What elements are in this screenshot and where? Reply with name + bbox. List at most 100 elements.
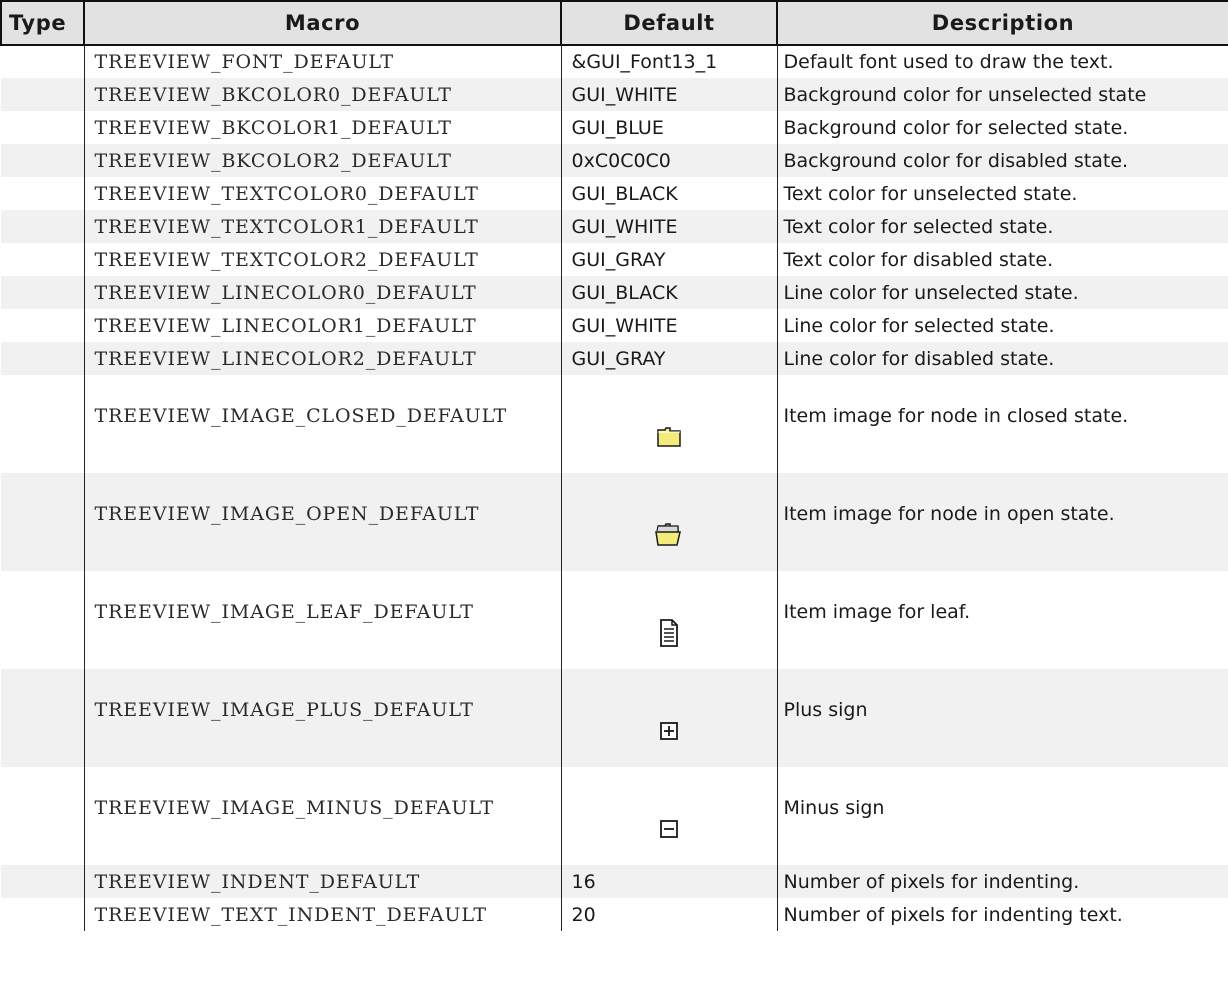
description-cell: Minus sign [776, 767, 1228, 865]
description-text: Minus sign [783, 797, 885, 819]
macro-cell: TREEVIEW_BKCOLOR0_DEFAULT [83, 78, 562, 111]
type-cell [1, 144, 85, 177]
table-row: TREEVIEW_BKCOLOR0_DEFAULT GUI_WHITE Back… [1, 78, 1228, 111]
default-cell [560, 669, 778, 767]
macro-cell: TREEVIEW_IMAGE_CLOSED_DEFAULT [83, 375, 562, 473]
default-cell: 20 [560, 898, 778, 931]
default-cell [560, 375, 778, 473]
description-cell: Line color for disabled state. [776, 342, 1228, 375]
type-cell [1, 898, 85, 931]
macro-cell: TREEVIEW_IMAGE_MINUS_DEFAULT [83, 767, 562, 865]
default-cell: GUI_GRAY [560, 342, 778, 375]
table-row: TREEVIEW_FONT_DEFAULT &GUI_Font13_1 Defa… [1, 45, 1228, 78]
macro-cell: TREEVIEW_INDENT_DEFAULT [83, 865, 562, 898]
type-cell [1, 865, 85, 898]
macro-cell: TREEVIEW_TEXTCOLOR1_DEFAULT [83, 210, 562, 243]
description-text: Plus sign [783, 699, 868, 721]
default-cell: 16 [560, 865, 778, 898]
default-cell: GUI_GRAY [560, 243, 778, 276]
description-cell: Item image for node in open state. [776, 473, 1228, 571]
header-default: Default [560, 0, 778, 46]
table-row: TREEVIEW_LINECOLOR2_DEFAULT GUI_GRAY Lin… [1, 342, 1228, 375]
table-row: TREEVIEW_BKCOLOR1_DEFAULT GUI_BLUE Backg… [1, 111, 1228, 144]
table-row: TREEVIEW_LINECOLOR1_DEFAULT GUI_WHITE Li… [1, 309, 1228, 342]
type-cell [1, 177, 85, 210]
description-cell: Background color for disabled state. [776, 144, 1228, 177]
table-row: TREEVIEW_INDENT_DEFAULT 16 Number of pix… [1, 865, 1228, 898]
default-cell [560, 767, 778, 865]
type-cell [1, 78, 85, 111]
type-cell [1, 243, 85, 276]
description-cell: Line color for unselected state. [776, 276, 1228, 309]
description-text: Item image for node in closed state. [783, 405, 1129, 427]
macro-cell: TREEVIEW_IMAGE_OPEN_DEFAULT [83, 473, 562, 571]
description-cell: Text color for selected state. [776, 210, 1228, 243]
table-row: TREEVIEW_LINECOLOR0_DEFAULT GUI_BLACK Li… [1, 276, 1228, 309]
macro-text: TREEVIEW_IMAGE_OPEN_DEFAULT [94, 503, 480, 525]
macro-cell: TREEVIEW_IMAGE_LEAF_DEFAULT [83, 571, 562, 669]
type-cell [1, 210, 85, 243]
description-cell: Number of pixels for indenting text. [776, 898, 1228, 931]
description-cell: Default font used to draw the text. [776, 45, 1228, 78]
header-macro: Macro [83, 0, 562, 46]
description-text: Item image for node in open state. [783, 503, 1115, 525]
description-cell: Text color for disabled state. [776, 243, 1228, 276]
table-row: TREEVIEW_BKCOLOR2_DEFAULT 0xC0C0C0 Backg… [1, 144, 1228, 177]
header-type: Type [0, 0, 85, 46]
default-cell: GUI_WHITE [560, 78, 778, 111]
description-cell: Item image for leaf. [776, 571, 1228, 669]
table-row: TREEVIEW_TEXTCOLOR1_DEFAULT GUI_WHITE Te… [1, 210, 1228, 243]
macro-cell: TREEVIEW_TEXTCOLOR0_DEFAULT [83, 177, 562, 210]
macro-text: TREEVIEW_IMAGE_CLOSED_DEFAULT [94, 405, 508, 427]
type-cell [1, 111, 85, 144]
default-cell: &GUI_Font13_1 [560, 45, 778, 78]
default-cell: GUI_BLACK [560, 177, 778, 210]
type-cell [1, 45, 85, 78]
default-cell: GUI_BLUE [560, 111, 778, 144]
table-row: TREEVIEW_TEXT_INDENT_DEFAULT 20 Number o… [1, 898, 1228, 931]
macro-cell: TREEVIEW_IMAGE_PLUS_DEFAULT [83, 669, 562, 767]
header-description: Description [776, 0, 1228, 46]
macro-text: TREEVIEW_IMAGE_LEAF_DEFAULT [94, 601, 474, 623]
description-cell: Number of pixels for indenting. [776, 865, 1228, 898]
macro-cell: TREEVIEW_LINECOLOR1_DEFAULT [83, 309, 562, 342]
macro-text: TREEVIEW_IMAGE_MINUS_DEFAULT [94, 797, 494, 819]
macro-text: TREEVIEW_IMAGE_PLUS_DEFAULT [94, 699, 474, 721]
minus-box-icon [660, 819, 678, 843]
default-cell [560, 473, 778, 571]
table-row: TREEVIEW_IMAGE_OPEN_DEFAULT Item image f… [1, 473, 1228, 571]
macro-cell: TREEVIEW_FONT_DEFAULT [83, 45, 562, 78]
table-row: TREEVIEW_IMAGE_LEAF_DEFAULT Item image f… [1, 571, 1228, 669]
macro-cell: TREEVIEW_TEXT_INDENT_DEFAULT [83, 898, 562, 931]
description-cell: Item image for node in closed state. [776, 375, 1228, 473]
default-cell: 0xC0C0C0 [560, 144, 778, 177]
plus-box-icon [660, 721, 678, 745]
macro-cell: TREEVIEW_LINECOLOR0_DEFAULT [83, 276, 562, 309]
description-text: Item image for leaf. [783, 601, 971, 623]
description-cell: Line color for selected state. [776, 309, 1228, 342]
table-row: TREEVIEW_IMAGE_CLOSED_DEFAULT Item image… [1, 375, 1228, 473]
default-cell: GUI_WHITE [560, 210, 778, 243]
table-row: TREEVIEW_TEXTCOLOR0_DEFAULT GUI_BLACK Te… [1, 177, 1228, 210]
table-row: TREEVIEW_IMAGE_MINUS_DEFAULT Minus sign [1, 767, 1228, 865]
default-cell: GUI_BLACK [560, 276, 778, 309]
type-cell [1, 473, 85, 571]
table-row: TREEVIEW_TEXTCOLOR2_DEFAULT GUI_GRAY Tex… [1, 243, 1228, 276]
type-cell [1, 375, 85, 473]
closed-folder-icon [657, 426, 681, 453]
default-cell [560, 571, 778, 669]
type-cell [1, 669, 85, 767]
type-cell [1, 276, 85, 309]
leaf-document-icon [659, 618, 679, 653]
type-cell [1, 767, 85, 865]
description-cell: Text color for unselected state. [776, 177, 1228, 210]
type-cell [1, 571, 85, 669]
macro-cell: TREEVIEW_BKCOLOR1_DEFAULT [83, 111, 562, 144]
macro-cell: TREEVIEW_LINECOLOR2_DEFAULT [83, 342, 562, 375]
open-folder-icon [655, 522, 683, 552]
macro-cell: TREEVIEW_BKCOLOR2_DEFAULT [83, 144, 562, 177]
table-row: TREEVIEW_IMAGE_PLUS_DEFAULT Plus sign [1, 669, 1228, 767]
macro-defaults-table: Type Macro Default Description TREEVIEW_… [0, 0, 1228, 931]
type-cell [1, 342, 85, 375]
default-cell: GUI_WHITE [560, 309, 778, 342]
